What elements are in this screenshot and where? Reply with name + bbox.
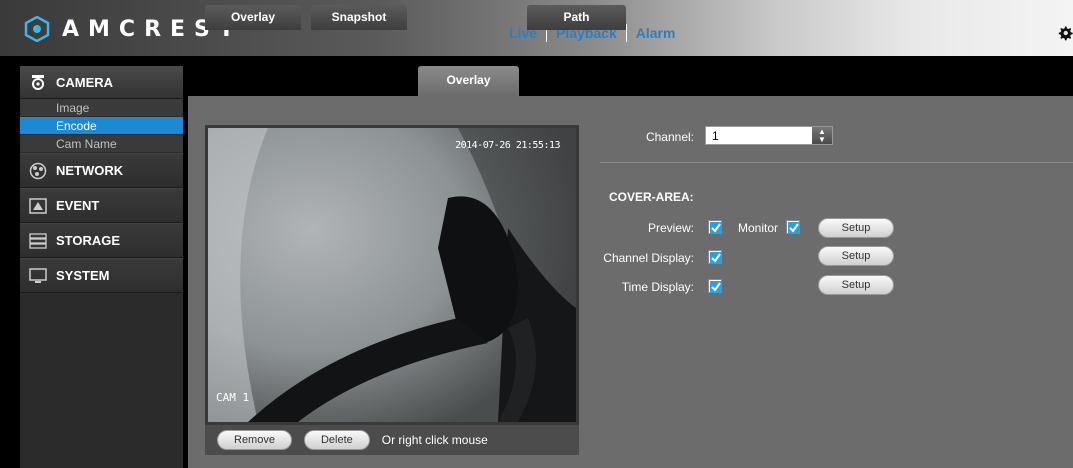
sidebar-event-label: EVENT (56, 198, 100, 213)
right-click-hint: Or right click mouse (381, 433, 488, 447)
setup-button-time-display[interactable]: Setup (818, 275, 894, 295)
nav-alarm[interactable]: Alarm (627, 25, 685, 41)
channel-value: 1 (712, 129, 719, 143)
amcrest-logo-icon (24, 16, 50, 42)
app-root: AMCREST Live Playback Alarm CAMERA Image… (0, 0, 1073, 468)
tab-snapshot[interactable]: Snapshot (311, 5, 407, 30)
monitor-checkbox[interactable] (786, 220, 800, 234)
sidebar-camera-label: CAMERA (56, 74, 114, 90)
gear-icon[interactable] (1057, 22, 1073, 44)
video-toolbar: Remove Delete Or right click mouse (205, 425, 579, 455)
video-cam-label: CAM 1 (216, 391, 250, 404)
check-icon (710, 281, 722, 293)
camera-image (208, 128, 576, 422)
channel-select[interactable]: 1 ▲ ▼ (705, 126, 833, 145)
time-display-checkbox[interactable] (708, 279, 722, 293)
check-icon (710, 252, 722, 264)
check-icon (788, 222, 800, 234)
sidebar-item-cam-name[interactable]: Cam Name (20, 135, 183, 153)
sidebar-storage-label: STORAGE (56, 233, 121, 248)
tab-overlay-1[interactable]: Overlay (205, 5, 301, 30)
setup-button-channel-display[interactable]: Setup (818, 246, 894, 266)
section-divider (600, 162, 1073, 163)
video-timestamp: 2014-07-26 21:55:13 (455, 140, 560, 151)
tab-path[interactable]: Path (527, 5, 626, 30)
time-display-label: Time Display: (621, 280, 694, 294)
preview-checkbox[interactable] (708, 220, 722, 234)
sidebar-camera-header[interactable]: CAMERA (20, 66, 183, 99)
sidebar-item-system[interactable]: SYSTEM (20, 258, 183, 293)
remove-button[interactable]: Remove (217, 430, 292, 450)
sidebar-item-encode[interactable]: Encode (20, 117, 183, 135)
tab-overlay-active[interactable]: Overlay (418, 66, 519, 96)
preview-label: Preview: (647, 221, 694, 235)
select-arrows-icon: ▲ ▼ (812, 127, 832, 144)
sidebar-item-storage[interactable]: STORAGE (20, 223, 183, 258)
channel-display-checkbox[interactable] (708, 250, 722, 264)
network-icon (28, 162, 48, 180)
video-preview[interactable]: 2014-07-26 21:55:13 CAM 1 (205, 125, 579, 425)
event-icon (28, 197, 48, 215)
sidebar-item-network[interactable]: NETWORK (20, 153, 183, 188)
sidebar-item-event[interactable]: EVENT (20, 188, 183, 223)
sidebar-network-label: NETWORK (56, 163, 124, 178)
channel-label: Channel: (645, 130, 694, 144)
sidebar: CAMERA Image Encode Cam Name NETWORK EVE… (20, 66, 183, 468)
setup-button-preview[interactable]: Setup (818, 218, 894, 238)
delete-button[interactable]: Delete (303, 430, 370, 450)
video-frame: 2014-07-26 21:55:13 CAM 1 (208, 128, 576, 422)
sidebar-item-image[interactable]: Image (20, 99, 183, 117)
check-icon (710, 222, 722, 234)
monitor-label: Monitor (738, 221, 779, 235)
cover-area-title: COVER-AREA: (609, 190, 694, 204)
storage-icon (28, 232, 48, 250)
system-icon (28, 267, 48, 285)
camera-icon (28, 73, 48, 91)
sidebar-system-label: SYSTEM (56, 268, 110, 283)
channel-display-label: Channel Display: (603, 251, 694, 265)
